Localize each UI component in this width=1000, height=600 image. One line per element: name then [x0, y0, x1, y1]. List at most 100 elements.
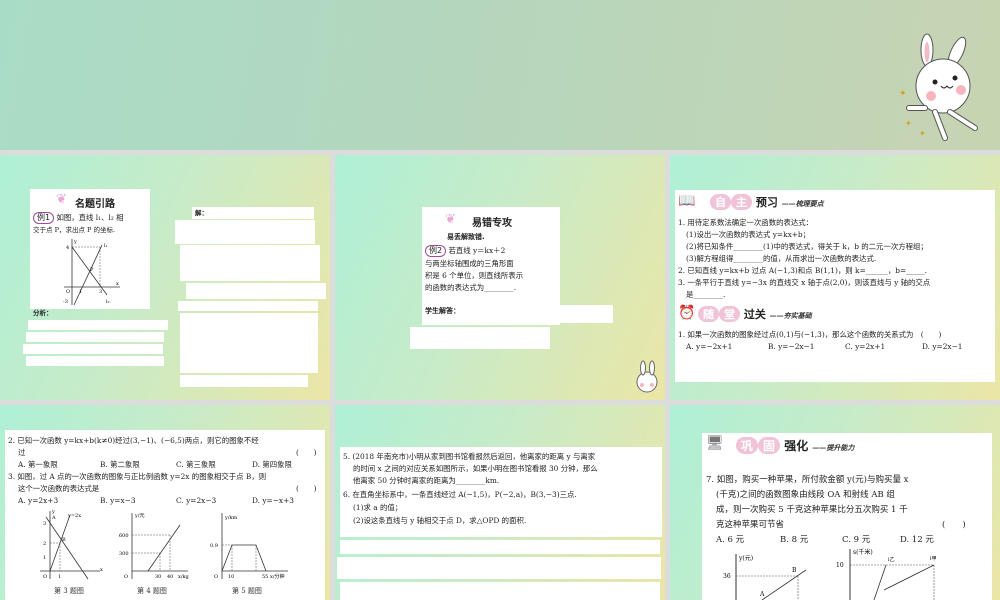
answer-area[interactable]	[178, 301, 318, 311]
header-pill: 固	[758, 437, 781, 454]
title-banner: ✦ ✦ ✦	[0, 0, 1000, 150]
answer-area[interactable]	[337, 557, 661, 579]
tick-label: 55	[262, 574, 268, 580]
slide-thumbnail-1[interactable]: ❦ 名题引路 例1 如图，直线 l₁、l₂ 相 交于点 P，求出点 P 的坐标.…	[0, 155, 330, 400]
answer-area[interactable]	[28, 320, 168, 330]
tick-label: 36	[723, 573, 731, 580]
slide-thumbnail-5[interactable]: 5. (2018 年南充市)小明从家到图书馆看报然后返回，他离家的距离 y 与离…	[335, 405, 665, 600]
section-header-preview: 自主 预习 ——梳理要点	[710, 194, 824, 210]
header-pill: 随	[698, 306, 719, 322]
axis-label: x/分钟	[270, 573, 285, 580]
question-line: 1. 用待定系数法确定一次函数的表达式：	[678, 218, 814, 227]
axis-label: x	[100, 567, 103, 573]
question-text: 若直线 y＝kx＋2	[448, 246, 506, 255]
answer-area[interactable]	[340, 582, 660, 600]
option-a[interactable]: A. y=2x+3	[18, 495, 58, 507]
answer-area[interactable]	[180, 245, 320, 281]
tick-label: 10	[228, 574, 234, 580]
question-line: 3. 如图，过 A 点的一次函数的图象与正比例函数 y=2x 的图象相交于点 B…	[8, 472, 267, 481]
answer-bracket[interactable]: ( )	[296, 447, 317, 459]
answer-area[interactable]	[26, 332, 164, 342]
figure-mark	[926, 91, 936, 101]
butterfly-icon: ❦	[56, 192, 67, 207]
figure-mark	[952, 75, 958, 81]
figure-mark	[45, 516, 89, 580]
answer-area[interactable]	[23, 344, 163, 354]
question-line: 是________.	[686, 290, 726, 299]
axis-label: y/km	[224, 515, 238, 521]
answer-area[interactable]	[485, 305, 613, 323]
answer-area[interactable]	[340, 540, 660, 554]
answer-area[interactable]	[192, 207, 314, 219]
option-b[interactable]: B. 8 元	[780, 533, 808, 547]
option-a[interactable]: A. y=−2x+1	[686, 341, 732, 353]
answer-area[interactable]	[26, 356, 164, 366]
answer-area[interactable]	[175, 220, 315, 244]
section-title: 过关	[743, 308, 766, 321]
figure-mark	[761, 569, 807, 600]
figure-mark	[649, 360, 655, 376]
section-title: 易错专攻	[472, 218, 512, 229]
option-c[interactable]: C. y=2x+1	[845, 341, 885, 353]
figure-mark	[221, 544, 267, 572]
origin-label: O	[214, 574, 218, 580]
option-a[interactable]: A. 第一象限	[18, 459, 58, 471]
option-c[interactable]: C. 第三象限	[176, 459, 216, 471]
option-b[interactable]: B. 第二象限	[100, 459, 140, 471]
book-icon: 📖	[678, 193, 696, 209]
question-line: 他离家 50 分钟时离家的距离为________km.	[353, 476, 500, 485]
figure-distance-graph: s(千米) 10 l乙 l甲	[836, 548, 937, 600]
question-line: 交于点 P，求出点 P 的坐标.	[33, 226, 116, 234]
slide-thumbnail-2[interactable]: ❦ 易错专攻 易丢解致错. 例2 若直线 y＝kx＋2 与两坐标轴围成的三角形面…	[335, 155, 665, 400]
tick-label: 40	[167, 574, 173, 580]
section-title: 名题引路	[75, 199, 115, 210]
point-label: A	[51, 515, 56, 521]
question-line: 7. 如图，购买一种苹果，所付款金额 y(元)与购买量 x	[706, 475, 909, 485]
section-subtitle: ——夯实基础	[769, 312, 812, 320]
figure-caption: 第 3 题图	[54, 587, 84, 595]
answer-area[interactable]	[180, 375, 308, 387]
figure-4-graph: 600 300 30 40 Oy/元 x/kg	[119, 513, 190, 580]
figure-mark	[73, 244, 103, 306]
option-c[interactable]: C. y=2x−3	[176, 495, 216, 507]
option-d[interactable]: D. y=−x+3	[252, 495, 294, 507]
axis-label: x/kg	[178, 574, 190, 580]
option-d[interactable]: D. 第四象限	[252, 459, 292, 471]
bunny-mascot-icon: ✦ ✦ ✦	[899, 33, 978, 141]
option-b[interactable]: B. y=x−3	[100, 495, 136, 507]
point-label: P	[90, 267, 94, 273]
tick-label: 0.9	[210, 543, 218, 549]
question-line: 1. 如果一次函数的图象经过点(0,1)与(−1,3)，那么这个函数的关系式为 …	[678, 330, 942, 339]
question-line: 2. 已知直线 y=kx+b 过点 A(−1,3)和点 B(1,1)，则 k=_…	[678, 266, 927, 275]
figure-lines-l1-l2: 4 -3 O 1 3 P l₁ l₂ x y	[63, 239, 120, 306]
header-pill: 自	[710, 194, 731, 210]
tick-label: 600	[119, 533, 129, 539]
figure-mark	[640, 383, 644, 387]
solution-label: 解：	[195, 209, 208, 217]
question-line: 5. (2018 年南充市)小明从家到图书馆看报然后返回，他离家的距离 y 与离…	[343, 452, 596, 461]
answer-area[interactable]	[186, 283, 326, 299]
slide-thumbnail-6[interactable]: 🖥 巩固 强化 ——提升能力 7. 如图，购买一种苹果，所付款金额 y(元)与购…	[670, 405, 1000, 600]
figure-mark	[883, 564, 935, 591]
figure-5-graph: 0.9 10 55 O y/km x/分钟	[210, 513, 288, 580]
option-a[interactable]: A. 6 元	[716, 533, 744, 547]
option-d[interactable]: D. y=2x−1	[922, 341, 963, 353]
tick-label: -3	[63, 299, 68, 305]
header-pill: 堂	[719, 306, 740, 322]
axis-label: y	[51, 509, 55, 515]
option-b[interactable]: B. y=−2x−1	[768, 341, 814, 353]
slide-thumbnail-4[interactable]: 2. 已知一次函数 y=kx+b(k≠0)经过(3,−1)、(−6,5)两点，则…	[0, 405, 330, 600]
tick-label: 4	[66, 245, 69, 251]
question-line: (2)设这条直线与 y 轴相交于点 D，求△OPD 的面积.	[353, 516, 527, 525]
figure-caption: 第 5 题图	[232, 587, 262, 595]
tick-label: 1	[58, 574, 61, 580]
axis-label: s(千米)	[853, 548, 873, 556]
slide-thumbnail-3[interactable]: 📖 自主 预习 ——梳理要点 1. 用待定系数法确定一次函数的表达式： (1)设…	[670, 155, 1000, 400]
answer-bracket[interactable]: ( )	[942, 518, 966, 532]
line-label: l甲	[930, 556, 937, 562]
answer-bracket[interactable]: ( )	[296, 483, 317, 495]
answer-area[interactable]	[410, 327, 550, 349]
tick-label: 30	[155, 574, 161, 580]
answer-area[interactable]	[180, 313, 318, 373]
point-label: B	[792, 567, 797, 574]
